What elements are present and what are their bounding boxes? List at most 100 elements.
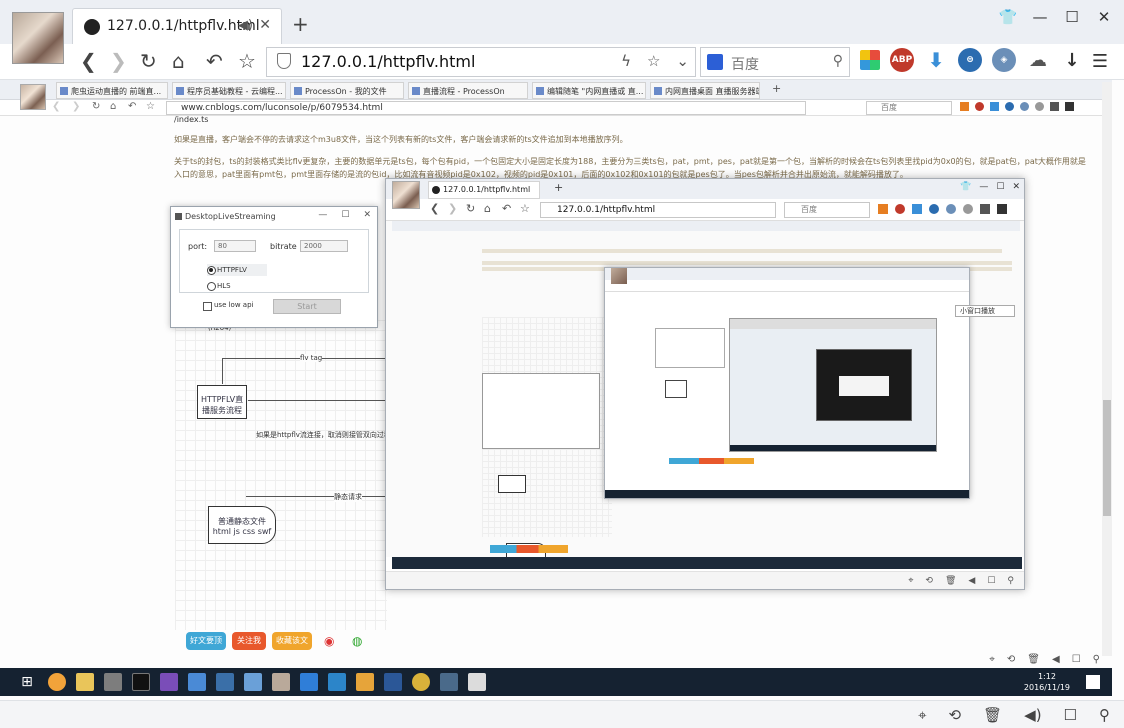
- nested-trash-icon[interactable]: 🗑: [945, 576, 956, 586]
- download-arrow-icon[interactable]: ⬇: [924, 48, 948, 72]
- nested-window-maximize[interactable]: ☐: [996, 182, 1004, 192]
- nested-window-undo-icon[interactable]: ↶: [502, 202, 511, 215]
- tab-httpflv[interactable]: 127.0.0.1/httpflv.html ◀) ✕: [72, 8, 282, 44]
- word-taskbar-icon[interactable]: [384, 673, 402, 691]
- app9-taskbar-icon[interactable]: [412, 673, 430, 691]
- nested-window-home-icon[interactable]: ⌂: [484, 202, 491, 215]
- minimize-button[interactable]: —: [1030, 8, 1050, 26]
- level1-trash-icon[interactable]: 🗑: [1027, 654, 1040, 665]
- nested-star-icon[interactable]: ☆: [146, 101, 155, 112]
- use-low-api-checkbox[interactable]: use low api: [203, 301, 253, 311]
- app6-taskbar-icon[interactable]: [300, 673, 318, 691]
- pin-icon[interactable]: ⌖: [918, 706, 926, 724]
- start-button[interactable]: Start: [273, 299, 341, 314]
- nested-tab-5[interactable]: 编辑随笔 "内网直播或 直...: [532, 82, 646, 99]
- weibo-icon[interactable]: ◉: [324, 634, 334, 648]
- app3-taskbar-icon[interactable]: [216, 673, 234, 691]
- nested-window-back-icon[interactable]: ❮: [430, 202, 439, 215]
- nested-pin-icon[interactable]: ⌖: [908, 576, 913, 586]
- nested-volume-icon[interactable]: ◀: [968, 576, 975, 586]
- wechat-icon[interactable]: ◍: [352, 634, 362, 648]
- nested-window-new-tab[interactable]: +: [554, 181, 563, 194]
- window-icon[interactable]: ☐: [1064, 706, 1077, 724]
- nested-tab-6[interactable]: 内网直播桌面 直播服务器端: [650, 82, 760, 99]
- level1-window-icon[interactable]: ☐: [1072, 654, 1081, 665]
- cloud-icon[interactable]: ☁: [1026, 48, 1050, 72]
- nested-history-icon[interactable]: ⟲: [925, 576, 933, 586]
- zoom-icon[interactable]: ⚲: [1099, 706, 1110, 724]
- nested-tab-3[interactable]: ProcessOn - 我的文件: [290, 82, 404, 99]
- nested-window-star-icon[interactable]: ☆: [520, 202, 530, 215]
- maximize-button[interactable]: ☐: [1062, 8, 1082, 26]
- nested-search-box[interactable]: 百度: [866, 101, 952, 115]
- nested-zoom-icon[interactable]: ⚲: [1007, 576, 1014, 586]
- nested-home-icon[interactable]: ⌂: [110, 101, 116, 112]
- new-tab-button[interactable]: +: [292, 12, 309, 36]
- scrollbar-thumb[interactable]: [1103, 400, 1111, 516]
- httpflv-radio[interactable]: HTTPFLV: [207, 264, 267, 276]
- port-input[interactable]: 80: [214, 240, 256, 252]
- page-scrollbar[interactable]: [1102, 82, 1112, 656]
- app8-taskbar-icon[interactable]: [356, 673, 374, 691]
- nested-window-close[interactable]: ✕: [1012, 182, 1020, 192]
- nested-tab-4[interactable]: 直播流程 - ProcessOn: [408, 82, 528, 99]
- app5-taskbar-icon[interactable]: [272, 673, 290, 691]
- forward-icon[interactable]: ❯: [110, 49, 127, 73]
- volume-icon[interactable]: ◀): [1024, 706, 1041, 724]
- address-bar[interactable]: 127.0.0.1/httpflv.html ϟ ☆ ⌄: [266, 47, 696, 77]
- hls-radio[interactable]: HLS: [207, 280, 231, 292]
- favorite-button[interactable]: 收藏该文: [272, 632, 312, 650]
- nested-window-search-box[interactable]: 百度: [784, 202, 870, 218]
- app4-taskbar-icon[interactable]: [244, 673, 262, 691]
- close-window-button[interactable]: ✕: [1094, 8, 1114, 26]
- favorite-star-icon[interactable]: ☆: [647, 52, 660, 70]
- history-icon[interactable]: ⟲: [949, 706, 962, 724]
- bitrate-input[interactable]: 2000: [300, 240, 348, 252]
- reload-icon[interactable]: ↻: [140, 49, 157, 73]
- undo-icon[interactable]: ↶: [206, 49, 223, 73]
- shield-extension-icon[interactable]: ◈: [992, 48, 1016, 72]
- nested-window-minimize[interactable]: —: [979, 182, 988, 192]
- search-box[interactable]: 百度 ⚲: [700, 47, 850, 77]
- folder-taskbar-icon[interactable]: [76, 673, 94, 691]
- windows-start-icon[interactable]: ⊞: [18, 673, 36, 691]
- app7-taskbar-icon[interactable]: [328, 673, 346, 691]
- visual-studio-taskbar-icon[interactable]: [160, 673, 178, 691]
- calculator-taskbar-icon[interactable]: [468, 673, 486, 691]
- shirt-icon[interactable]: 👕: [998, 8, 1018, 26]
- notification-icon[interactable]: [1086, 675, 1100, 689]
- nested-window-tab[interactable]: 127.0.0.1/httpflv.html: [428, 181, 540, 199]
- level1-history-icon[interactable]: ⟲: [1007, 654, 1015, 665]
- nested-tab-2[interactable]: 程序员基础教程 - 云编程...: [172, 82, 286, 99]
- follow-button[interactable]: 关注我: [232, 632, 266, 650]
- trash-icon[interactable]: 🗑: [983, 706, 1002, 724]
- nested-reload-icon[interactable]: ↻: [92, 101, 100, 112]
- nested-window-address-bar[interactable]: 127.0.0.1/httpflv.html: [540, 202, 776, 218]
- nested-undo-icon[interactable]: ↶: [128, 101, 136, 112]
- app-taskbar-icon[interactable]: [104, 673, 122, 691]
- adblock-icon[interactable]: ABP: [890, 48, 914, 72]
- nested-window-reload-icon[interactable]: ↻: [466, 202, 475, 215]
- dialog-close-button[interactable]: ✕: [363, 210, 371, 220]
- bookmark-star-icon[interactable]: ☆: [238, 49, 256, 73]
- dialog-maximize-button[interactable]: ☐: [341, 210, 349, 220]
- lightning-icon[interactable]: ϟ: [621, 52, 631, 70]
- user-avatar[interactable]: [12, 12, 64, 64]
- speaker-icon[interactable]: ◀): [238, 18, 253, 33]
- browser-taskbar-icon[interactable]: [48, 673, 66, 691]
- search-icon[interactable]: ⚲: [833, 53, 843, 69]
- pip-label[interactable]: 小窗口播放: [955, 305, 1015, 317]
- chevron-down-icon[interactable]: ⌄: [676, 52, 689, 70]
- recommend-button[interactable]: 好文要顶: [186, 632, 226, 650]
- back-icon[interactable]: ❮: [80, 49, 97, 73]
- nested-address-bar[interactable]: www.cnblogs.com/luconsole/p/6079534.html: [166, 101, 806, 115]
- nested-tab-1[interactable]: 爬虫运动直播的 前端直...: [56, 82, 168, 99]
- nested-new-tab-button[interactable]: +: [772, 82, 781, 95]
- nested-window-icon[interactable]: ☐: [987, 576, 995, 586]
- terminal-taskbar-icon[interactable]: [132, 673, 150, 691]
- download-icon[interactable]: ↓: [1060, 48, 1084, 72]
- search-extension-icon[interactable]: ⊜: [958, 48, 982, 72]
- home-icon[interactable]: ⌂: [172, 49, 185, 73]
- apps-icon[interactable]: [860, 50, 880, 70]
- app10-taskbar-icon[interactable]: [440, 673, 458, 691]
